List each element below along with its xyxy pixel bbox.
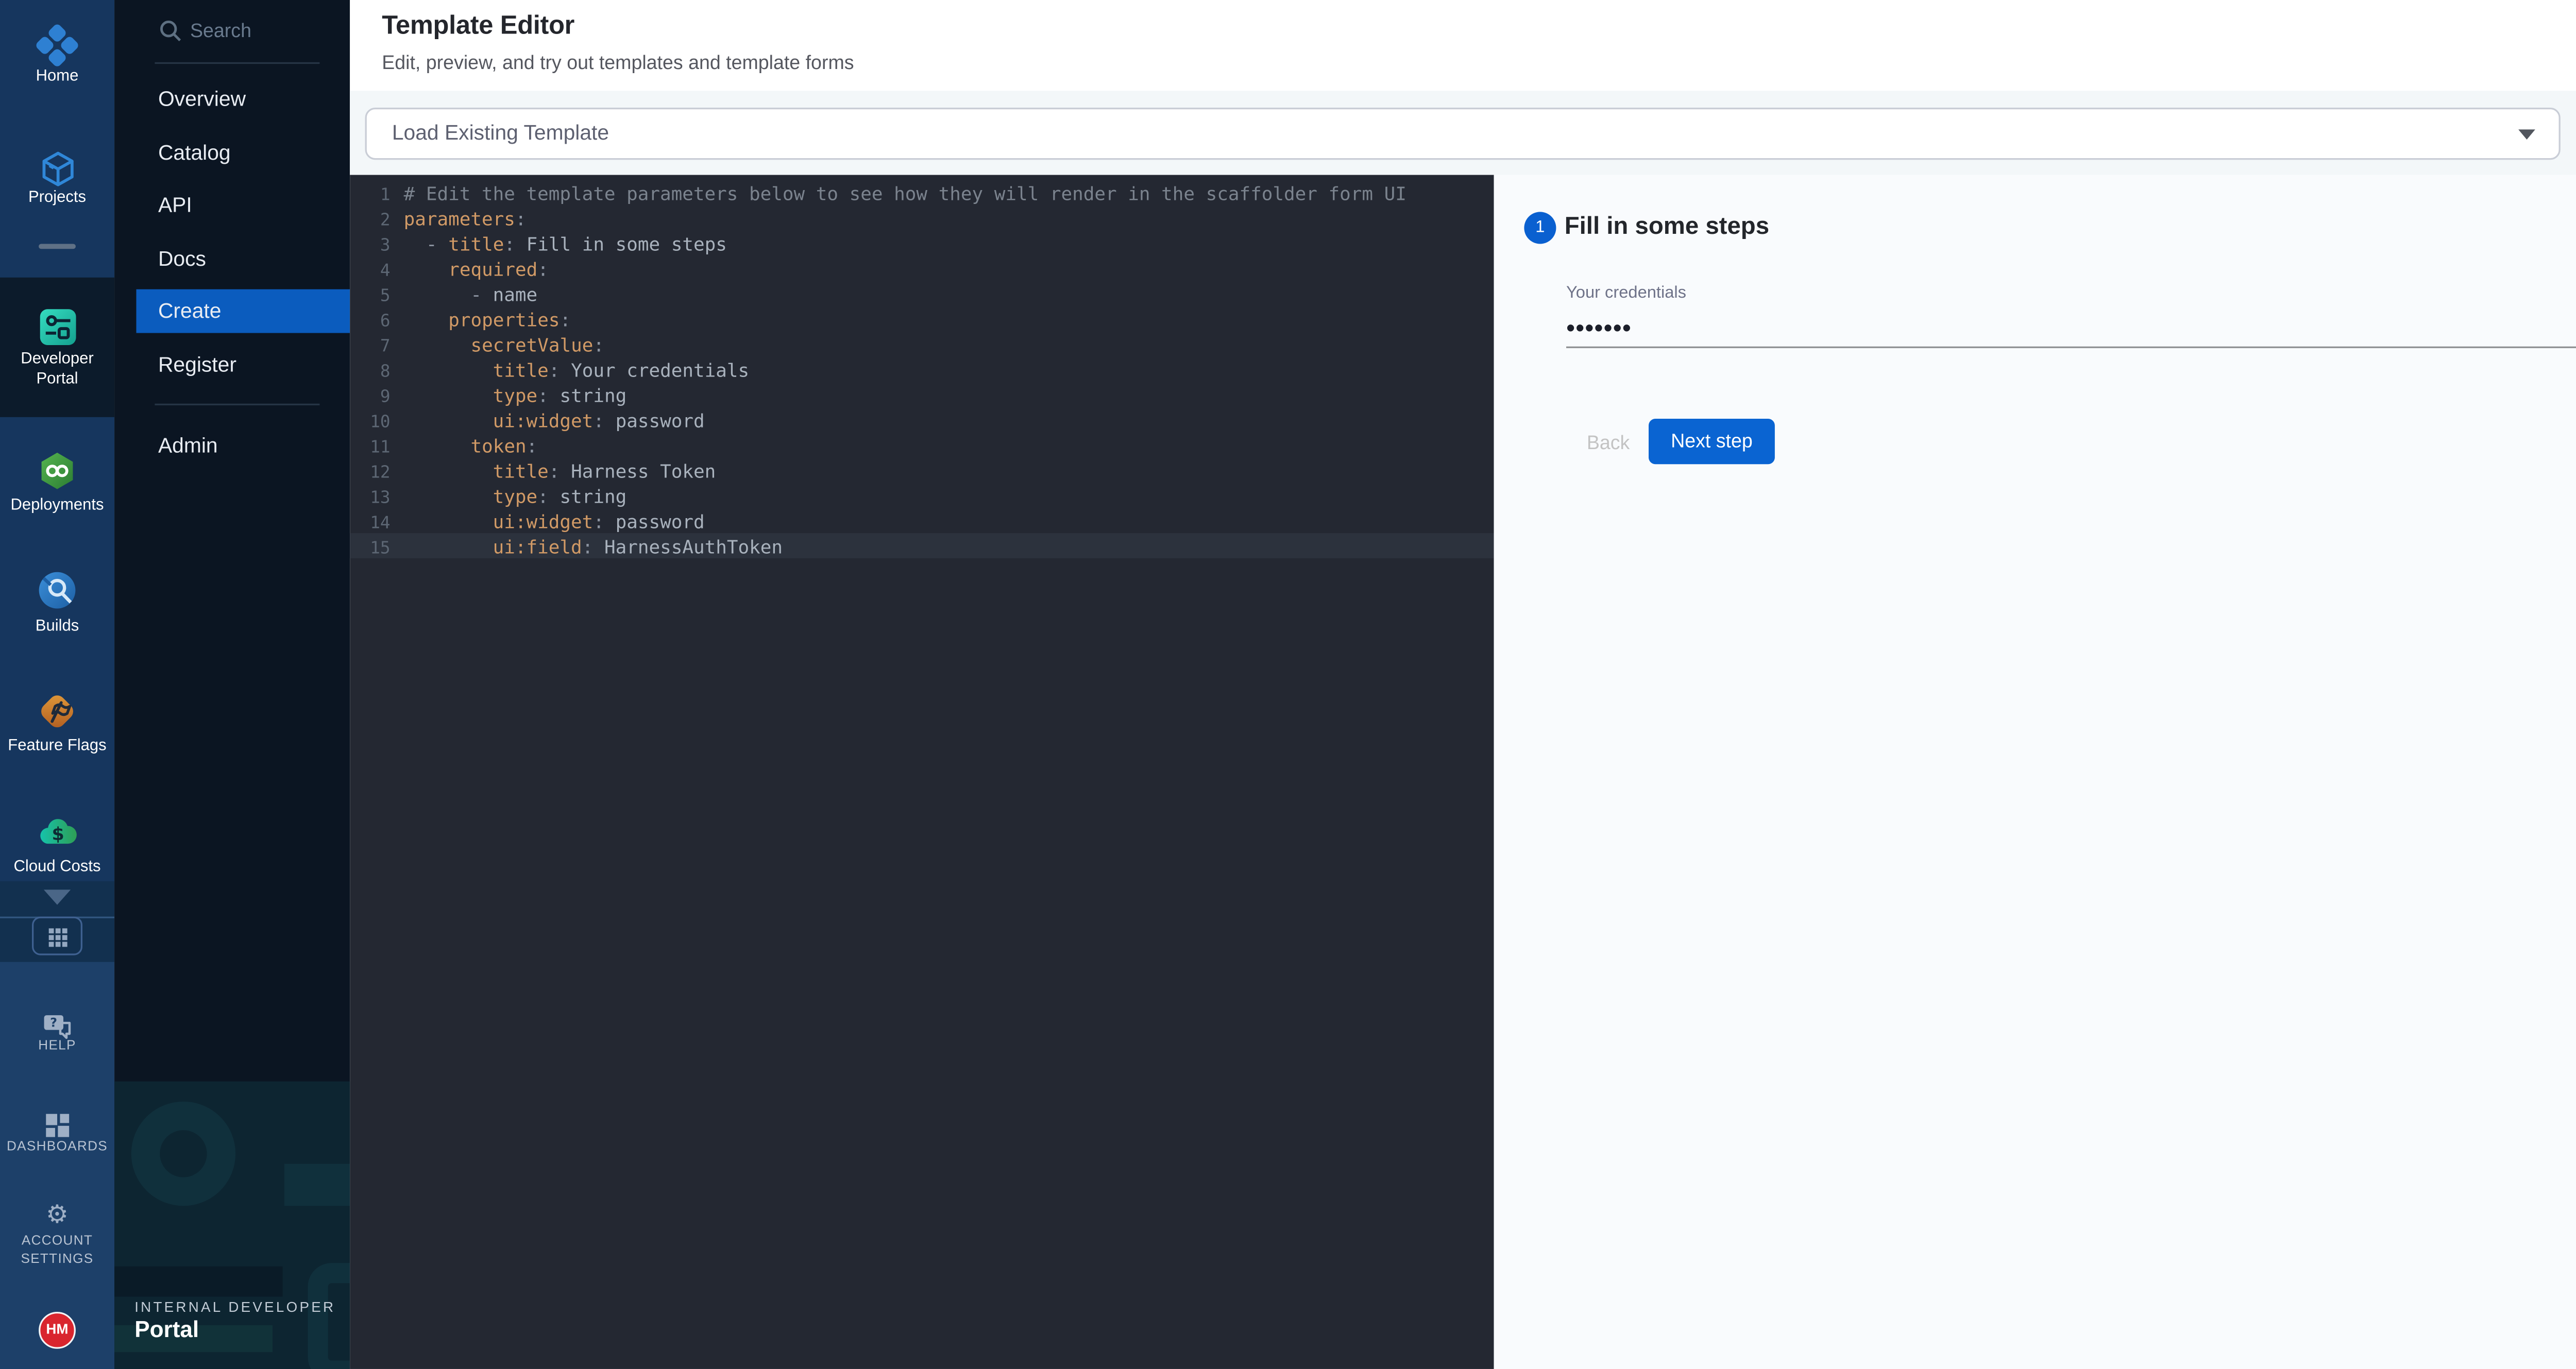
search-input[interactable] [187,17,338,46]
code-line: 12 title: Harness Token [350,457,1494,483]
main-content: Template Editor Edit, preview, and try o… [350,0,2576,1369]
code-text: secretValue: [404,335,604,356]
module-rail: Home Projects [0,0,114,1369]
page-title: Template Editor [382,12,574,42]
code-line: 9 type: string [350,382,1494,407]
rail-label-home: Home [0,67,114,87]
rail-item-feature-flags[interactable] [0,690,114,742]
sidebar-item-api[interactable]: API [114,183,350,227]
rail-label-dashboards: DASHBOARDS [0,1139,114,1156]
code-line: 13 type: string [350,483,1494,508]
page-subtitle: Edit, preview, and try out templates and… [382,54,854,74]
search-icon [158,19,183,52]
code-line: 10 ui:widget: password [350,407,1494,432]
rail-item-builds[interactable] [0,569,114,621]
code-text: ui:widget: password [404,410,705,432]
template-form-preview: 1 Fill in some steps Your credentials ••… [1494,175,2576,1369]
rail-label-deployments: Deployments [0,496,114,516]
select-placeholder: Load Existing Template [392,109,609,158]
rail-item-account-settings[interactable]: ⚙ [0,1201,114,1231]
code-line: 6 properties: [350,306,1494,331]
sidebar-item-catalog[interactable]: Catalog [114,130,350,174]
rail-label-account-settings: ACCOUNTSETTINGS [0,1233,114,1268]
input-underline [1566,346,2576,348]
rail-item-deployments[interactable] [0,449,114,501]
plugin-sidebar: Overview Catalog API Docs Create Registe… [114,0,350,1369]
rail-label-help: HELP [0,1038,114,1055]
sidebar-search[interactable] [114,10,350,50]
code-text: - title: Fill in some steps [404,234,727,255]
rail-label-cloud-costs: Cloud Costs [0,858,114,877]
back-button[interactable]: Back [1573,425,1643,463]
code-line: 1# Edit the template parameters below to… [350,180,1494,205]
sidebar-item-create[interactable]: Create [136,289,350,333]
credentials-field-label: Your credentials [1566,284,1686,303]
code-line: 8 title: Your credentials [350,356,1494,382]
code-line: 14 ui:widget: password [350,508,1494,533]
code-text: properties: [404,310,571,331]
svg-text:?: ? [50,1015,57,1030]
sidebar-divider [155,62,319,64]
deployments-icon [36,449,79,501]
builds-icon [36,569,79,621]
code-line: 5 - name [350,281,1494,306]
code-text: # Edit the template parameters below to … [404,183,1406,205]
code-line: 4 required: [350,255,1494,281]
code-text: parameters: [404,209,527,230]
cloud-costs-icon: $ [35,811,80,864]
code-text: required: [404,259,549,281]
code-text: type: string [404,486,627,508]
code-line: 11 token: [350,432,1494,457]
code-text: title: Your credentials [404,360,749,382]
code-line: 15 ui:field: HarnessAuthToken [350,533,1494,558]
code-text: ui:widget: password [404,511,705,533]
sidebar-item-overview[interactable]: Overview [114,77,350,121]
yaml-code-editor[interactable]: 1# Edit the template parameters below to… [350,175,1494,1369]
code-text: - name [404,284,538,306]
code-text: token: [404,436,538,457]
rail-label-feature-flags: Feature Flags [0,737,114,756]
module-switcher-button[interactable] [32,917,82,955]
code-line: 7 secretValue: [350,331,1494,356]
load-existing-template-select[interactable]: Load Existing Template [365,108,2561,160]
code-text: type: string [404,385,627,407]
gear-icon: ⚙ [46,1199,69,1229]
rail-label-projects: Projects [0,189,114,208]
next-step-button[interactable]: Next step [1649,419,1775,464]
rail-item-cloud-costs[interactable]: $ [0,811,114,864]
module-grid-icon [49,928,67,947]
code-text: title: Harness Token [404,461,716,483]
sidebar-item-register[interactable]: Register [114,342,350,386]
sidebar-item-docs[interactable]: Docs [114,236,350,280]
code-line: 2parameters: [350,205,1494,230]
rail-section-dash [39,244,76,249]
svg-text:$: $ [51,824,63,845]
brand-line-portal: Portal [134,1317,199,1342]
rail-collapse-chevron-icon[interactable] [44,889,71,904]
code-line: 3 - title: Fill in some steps [350,230,1494,255]
line-number: 15 [350,537,390,562]
sidebar-divider [155,404,319,405]
credentials-password-input[interactable]: ••••••• [1566,315,1632,344]
brand-line-internal-developer: INTERNAL DEVELOPER [134,1298,335,1315]
template-loader-bar: Load Existing Template [350,91,2576,175]
feature-flags-icon [36,690,79,742]
chevron-down-icon [2518,129,2535,140]
rail-label-developer-portal: DeveloperPortal [0,350,114,388]
sidebar-item-admin[interactable]: Admin [114,423,350,467]
step-number-badge: 1 [1524,212,1556,244]
app-window: Home Projects [0,0,2576,1369]
rail-label-builds: Builds [0,617,114,637]
step-title: Fill in some steps [1565,214,1769,241]
user-avatar[interactable]: HM [39,1312,76,1349]
code-text: ui:field: HarnessAuthToken [404,537,783,558]
